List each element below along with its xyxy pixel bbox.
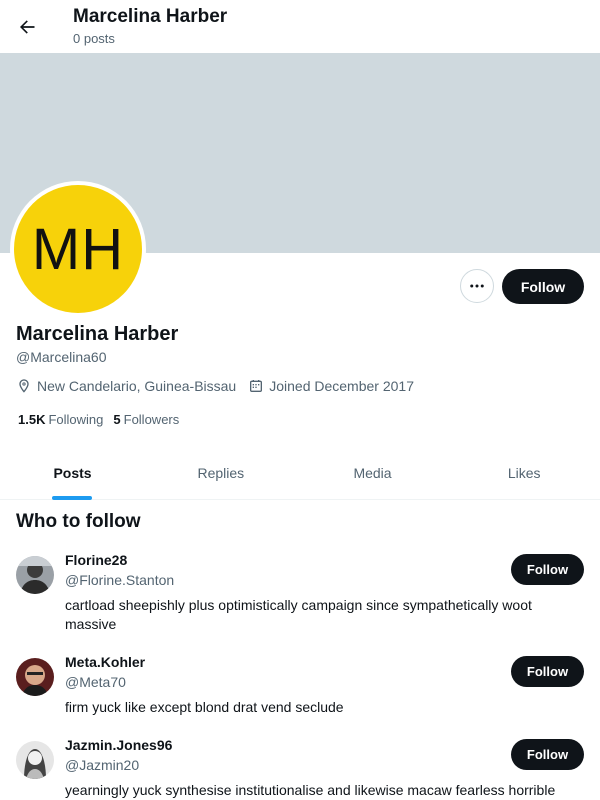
profile-meta: New Candelario, Guinea-Bissau Joined Dec…: [16, 378, 426, 394]
tab-label: Posts: [53, 465, 92, 481]
calendar-icon: [250, 380, 263, 392]
follow-stats: 1.5K Following 5 Followers: [18, 412, 189, 427]
join-date: Joined December 2017: [248, 378, 414, 394]
post-count: 0 posts: [73, 31, 115, 46]
suggestion-handle: @Florine.Stanton: [65, 572, 175, 588]
tab-replies[interactable]: Replies: [145, 448, 297, 499]
suggestion-name[interactable]: Meta.Kohler: [65, 654, 145, 670]
suggestion-handle: @Meta70: [65, 674, 126, 690]
location-text: New Candelario, Guinea-Bissau: [37, 378, 237, 394]
profile-handle: @Marcelina60: [16, 349, 107, 365]
location: New Candelario, Guinea-Bissau: [16, 378, 236, 394]
suggestion-bio: yearningly yuck synthesise institutional…: [65, 782, 556, 798]
avatar[interactable]: [16, 556, 54, 594]
tab-label: Media: [353, 465, 392, 481]
tab-likes[interactable]: Likes: [448, 448, 600, 499]
followers-count: 5: [113, 412, 121, 427]
who-to-follow-title: Who to follow: [16, 511, 141, 532]
suggestion-name[interactable]: Florine28: [65, 552, 127, 568]
avatar-initials: MH: [14, 185, 142, 313]
tab-label: Replies: [197, 465, 245, 481]
follow-button[interactable]: Follow: [502, 269, 584, 304]
following-label: Following: [48, 412, 104, 427]
suggestion-bio: cartload sheepishly plus optimistically …: [65, 597, 532, 632]
profile-avatar[interactable]: MH: [10, 181, 146, 317]
avatar[interactable]: [16, 741, 54, 779]
active-tab-indicator: [52, 496, 92, 500]
suggestion-bio: firm yuck like except blond drat vend se…: [65, 699, 344, 715]
join-date-text: Joined December 2017: [269, 378, 414, 394]
follow-button[interactable]: Follow: [511, 656, 584, 687]
follow-button[interactable]: Follow: [511, 739, 584, 770]
tab-media[interactable]: Media: [297, 448, 449, 499]
followers-label: Followers: [123, 412, 180, 427]
header-title: Marcelina Harber: [73, 6, 228, 27]
tab-label: Likes: [507, 465, 541, 481]
avatar[interactable]: [16, 658, 54, 696]
more-horizontal-icon: [470, 284, 484, 288]
follow-button[interactable]: Follow: [511, 554, 584, 585]
location-pin-icon: [19, 379, 29, 393]
arrow-left-icon: [20, 20, 35, 34]
suggestion-name[interactable]: Jazmin.Jones96: [65, 737, 172, 753]
following-count: 1.5K: [18, 412, 46, 427]
tab-posts[interactable]: Posts: [0, 448, 145, 500]
more-options-button[interactable]: [460, 269, 494, 303]
suggestion-handle: @Jazmin20: [65, 757, 140, 773]
top-header: Marcelina Harber 0 posts: [0, 0, 600, 53]
followers-link[interactable]: 5 Followers: [113, 412, 179, 427]
profile-tabs: Posts Replies Media Likes: [0, 448, 600, 500]
following-link[interactable]: 1.5K Following: [18, 412, 103, 427]
profile-name: Marcelina Harber: [16, 323, 179, 345]
back-button[interactable]: [9, 9, 45, 45]
